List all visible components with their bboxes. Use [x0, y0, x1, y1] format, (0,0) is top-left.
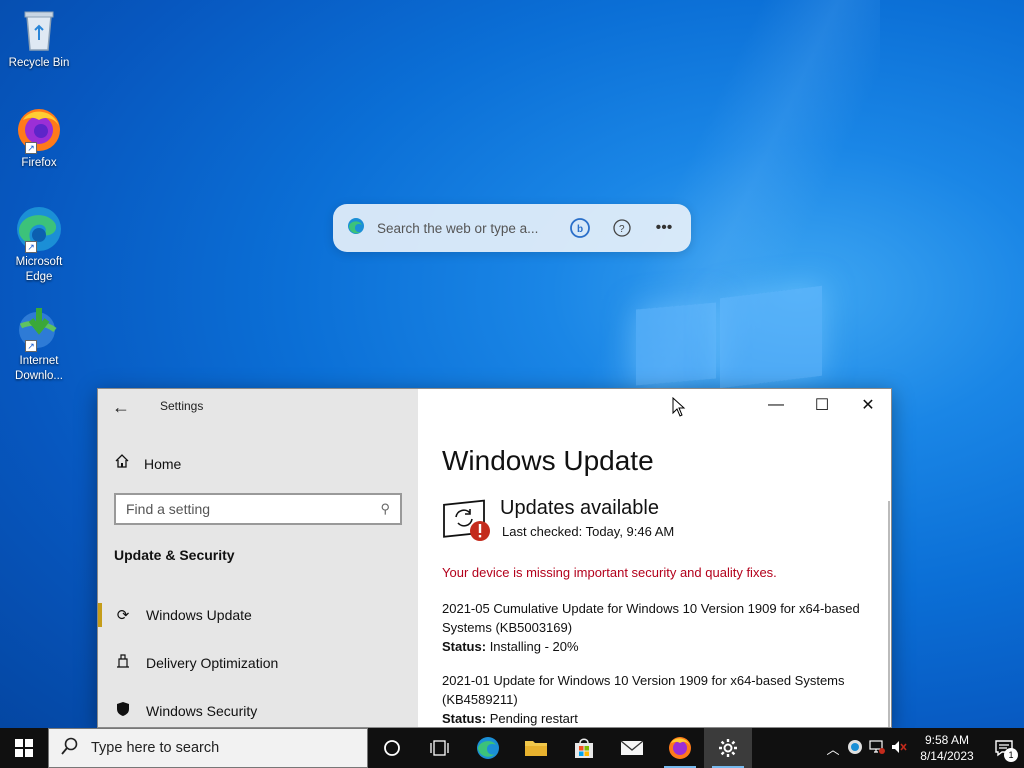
desktop-icon-recycle-bin[interactable]: Recycle Bin	[4, 6, 74, 71]
windows-logo-icon	[15, 739, 33, 757]
nav-item-windows-security[interactable]: Windows Security	[98, 691, 418, 727]
taskbar-search-placeholder: Type here to search	[91, 740, 220, 756]
edge-logo-icon	[347, 217, 365, 240]
update-status: Status: Pending restart	[442, 709, 862, 727]
settings-content: — ☐ ✕ Windows Update Updates available L…	[418, 389, 891, 727]
desktop-icon-label: Firefox	[21, 157, 57, 169]
wallpaper-logo-pane-left	[636, 302, 716, 386]
update-status: Status: Installing - 20%	[442, 637, 862, 656]
system-tray: ︿ 9:58 AM 8/14/2023 1	[822, 728, 1024, 768]
settings-window: ← Settings Home Find a setting ⚲ Update …	[97, 388, 892, 728]
status-label: Status:	[442, 711, 487, 726]
edge-search-widget[interactable]: Search the web or type a... b ? •••	[333, 204, 691, 252]
mail-icon[interactable]	[608, 728, 656, 768]
notification-count-badge: 1	[1004, 748, 1018, 762]
update-status-heading: Updates available	[500, 497, 659, 519]
notification-center-button[interactable]: 1	[984, 728, 1024, 768]
shortcut-arrow-icon: ↗	[25, 241, 37, 253]
back-arrow-icon[interactable]: ←	[112, 397, 134, 419]
page-title: Windows Update	[442, 445, 654, 476]
search-icon: ⚲	[380, 501, 390, 516]
edge-icon[interactable]	[464, 728, 512, 768]
desktop-icon-label: Internet Downlo...	[15, 355, 63, 382]
nav-item-label: Windows Security	[146, 703, 258, 719]
taskbar-search-box[interactable]: Type here to search	[48, 728, 368, 768]
shield-icon	[114, 701, 132, 721]
nav-home-label: Home	[144, 455, 182, 472]
status-value: Installing - 20%	[489, 639, 579, 654]
status-label: Status:	[442, 639, 487, 654]
nav-item-label: Windows Update	[146, 607, 252, 623]
update-name: 2021-01 Update for Windows 10 Version 19…	[442, 673, 845, 707]
desktop-icon-label: Microsoft Edge	[15, 256, 63, 283]
shortcut-arrow-icon: ↗	[25, 142, 37, 154]
clock-time: 9:58 AM	[924, 733, 970, 747]
find-setting-input[interactable]: Find a setting ⚲	[114, 493, 402, 525]
start-button[interactable]	[0, 728, 48, 768]
wallpaper-logo-pane-right	[720, 285, 822, 389]
chevron-up-icon[interactable]: ︿	[822, 739, 844, 758]
desktop-icon-label: Recycle Bin	[8, 57, 70, 69]
search-icon	[61, 737, 79, 760]
volume-muted-icon[interactable]	[888, 740, 910, 757]
desktop-icon-edge[interactable]: ↗ Microsoft Edge	[4, 205, 74, 285]
desktop-icon-internet-download-manager[interactable]: ↗ Internet Downlo...	[4, 304, 74, 384]
svg-text:?: ?	[619, 224, 625, 235]
settings-gear-icon[interactable]	[704, 728, 752, 768]
security-warning: Your device is missing important securit…	[442, 565, 777, 580]
mouse-cursor-icon	[672, 397, 686, 417]
refresh-icon: ⟳	[116, 607, 130, 624]
firefox-icon: ↗	[15, 106, 63, 154]
minimize-button[interactable]: —	[753, 389, 799, 421]
update-entry: 2021-05 Cumulative Update for Windows 10…	[442, 599, 862, 656]
edge-icon: ↗	[15, 205, 63, 253]
edge-tray-icon[interactable]	[844, 739, 866, 758]
update-entry: 2021-01 Update for Windows 10 Version 19…	[442, 671, 862, 727]
find-setting-placeholder: Find a setting	[126, 501, 211, 517]
help-icon[interactable]: ?	[609, 215, 635, 241]
section-header: Update & Security	[114, 547, 235, 563]
task-view-icon[interactable]	[416, 728, 464, 768]
bing-chat-icon[interactable]: b	[567, 215, 593, 241]
status-value: Pending restart	[489, 711, 578, 726]
maximize-button[interactable]: ☐	[799, 389, 845, 421]
shortcut-arrow-icon: ↗	[25, 340, 37, 352]
desktop-icon-firefox[interactable]: ↗ Firefox	[4, 106, 74, 171]
taskbar: Type here to search ︿ 9:58 AM 8/14/2023 …	[0, 728, 1024, 768]
store-icon[interactable]	[560, 728, 608, 768]
clock-date: 8/14/2023	[920, 749, 974, 763]
scrollbar[interactable]	[888, 501, 890, 727]
svg-text:b: b	[577, 224, 583, 235]
recycle-bin-icon	[15, 6, 63, 54]
cortana-icon[interactable]	[368, 728, 416, 768]
update-status-icon	[442, 497, 490, 541]
close-button[interactable]: ✕	[845, 389, 891, 421]
nav-item-windows-update[interactable]: ⟳ Windows Update	[98, 595, 418, 635]
nav-item-delivery-optimization[interactable]: Delivery Optimization	[98, 643, 418, 683]
clock[interactable]: 9:58 AM 8/14/2023	[910, 732, 984, 764]
file-explorer-icon[interactable]	[512, 728, 560, 768]
window-title: Settings	[160, 399, 204, 413]
home-icon	[114, 453, 132, 474]
edge-search-input[interactable]: Search the web or type a...	[377, 221, 551, 236]
nav-item-label: Delivery Optimization	[146, 655, 279, 671]
delivery-icon	[114, 653, 132, 673]
last-checked: Last checked: Today, 9:46 AM	[502, 524, 675, 539]
firefox-icon[interactable]	[656, 728, 704, 768]
settings-sidebar: ← Settings Home Find a setting ⚲ Update …	[98, 389, 418, 727]
update-name: 2021-05 Cumulative Update for Windows 10…	[442, 601, 860, 635]
idm-icon: ↗	[15, 304, 63, 352]
nav-home[interactable]: Home	[114, 453, 181, 474]
more-icon[interactable]: •••	[651, 215, 677, 241]
network-icon[interactable]	[866, 739, 888, 757]
